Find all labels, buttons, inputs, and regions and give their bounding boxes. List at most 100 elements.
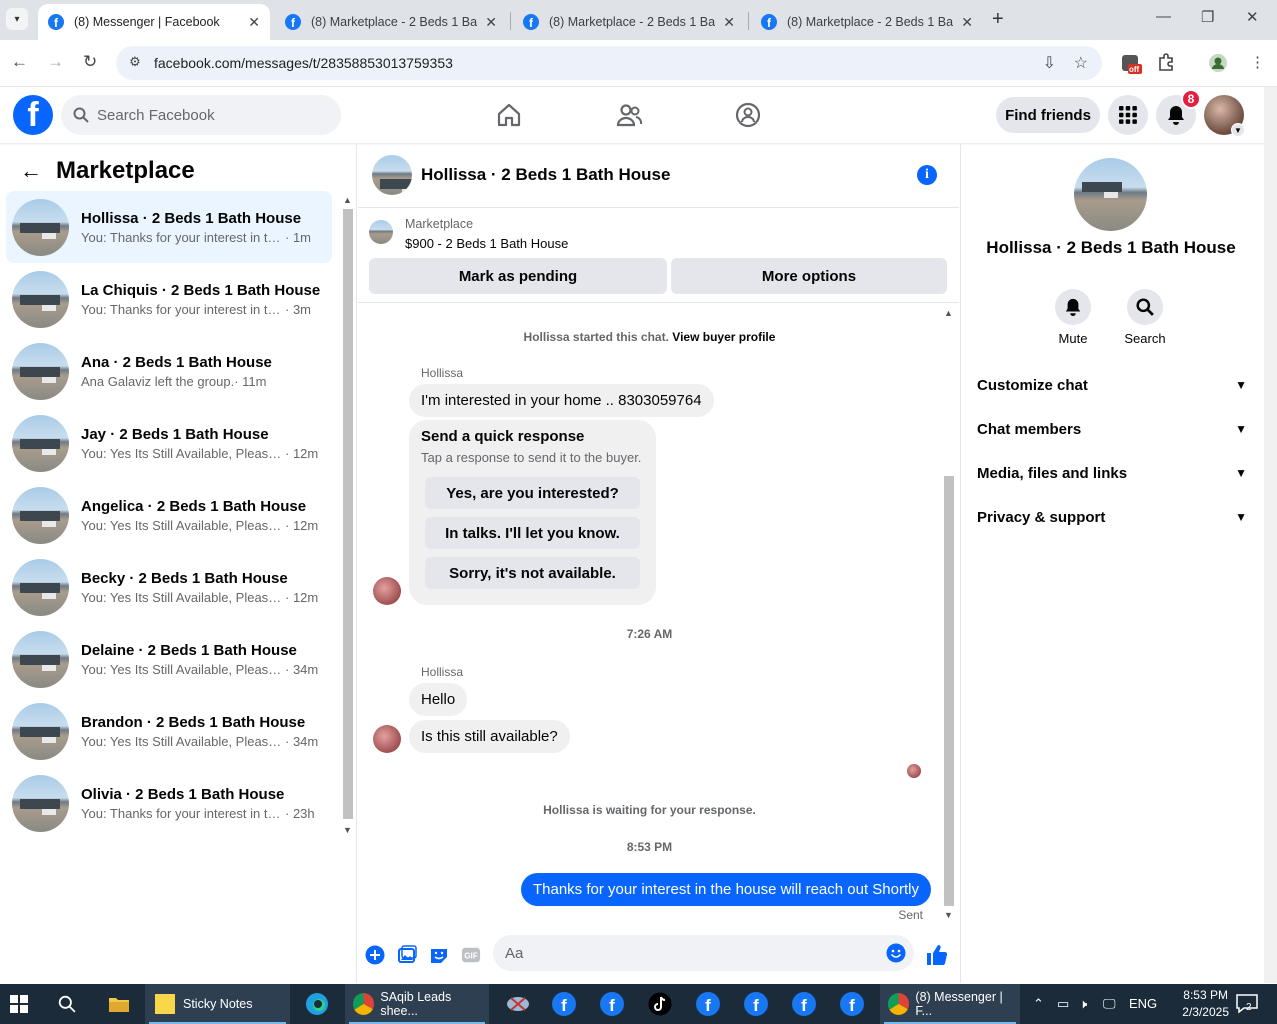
tab-marketplace-1[interactable]: f (8) Marketplace - 2 Beds 1 Bath ✕ [275, 4, 507, 40]
puzzle-icon[interactable] [1157, 53, 1175, 75]
language-indicator[interactable]: ENG [1129, 996, 1157, 1011]
info-icon[interactable]: i [917, 165, 937, 185]
scroll-up-icon[interactable]: ▲ [343, 195, 352, 205]
meet-now-icon[interactable]: ▭ [1057, 996, 1069, 1012]
quick-response-option[interactable]: Sorry, it's not available. [425, 557, 640, 589]
file-explorer-icon[interactable] [108, 984, 130, 1024]
chat-list-item[interactable]: Hollissa · 2 Beds 1 Bath House You: Thank… [6, 191, 332, 263]
profile-icon[interactable] [1208, 53, 1228, 77]
chat-members-section[interactable]: Chat members ▼ [977, 407, 1247, 451]
find-friends-button[interactable]: Find friends [996, 97, 1100, 133]
snipping-tool-icon[interactable] [506, 984, 530, 1024]
taskbar-facebook-icon[interactable]: f [744, 984, 768, 1024]
restore-icon[interactable]: ❐ [1201, 8, 1214, 26]
scroll-up-icon[interactable]: ▲ [944, 308, 953, 318]
taskbar-facebook-icon[interactable]: f [840, 984, 864, 1024]
taskbar-sticky-notes[interactable]: Sticky Notes [145, 984, 290, 1024]
gif-icon[interactable]: GIF [461, 945, 481, 965]
close-icon[interactable]: ✕ [248, 14, 260, 31]
omnibox[interactable]: ⚙ facebook.com/messages/t/28358853013759… [116, 46, 1102, 80]
reload-icon[interactable]: ↻ [83, 52, 97, 72]
window-close-icon[interactable]: ✕ [1246, 8, 1259, 26]
facebook-search[interactable] [61, 95, 341, 135]
taskbar-facebook-icon[interactable]: f [792, 984, 816, 1024]
thread-scrollbar[interactable]: ▲ ▼ [941, 306, 957, 923]
sticker-icon[interactable] [429, 945, 449, 965]
tab-marketplace-3[interactable]: f (8) Marketplace - 2 Beds 1 Bath ✕ [751, 4, 983, 40]
scroll-thumb[interactable] [944, 476, 954, 906]
edge-icon[interactable] [305, 984, 329, 1024]
forward-icon[interactable]: → [47, 52, 64, 72]
chat-list-item[interactable]: Ana · 2 Beds 1 Bath House Ana Galaviz lef… [6, 335, 332, 407]
url-text[interactable]: facebook.com/messages/t/2835885301375935… [154, 55, 453, 71]
tiktok-icon[interactable] [648, 984, 672, 1024]
close-icon[interactable]: ✕ [961, 14, 973, 31]
conversation-avatar[interactable] [372, 155, 412, 195]
chat-list-item[interactable]: Brandon · 2 Beds 1 Bath House You: Yes It… [6, 695, 332, 767]
close-icon[interactable]: ✕ [485, 14, 497, 31]
scroll-thumb[interactable] [343, 209, 353, 819]
back-arrow-icon[interactable]: ← [20, 158, 42, 184]
details-avatar[interactable] [1074, 158, 1147, 231]
groups-icon[interactable] [734, 101, 762, 129]
install-app-icon[interactable]: ⇩ [1043, 53, 1056, 73]
clock[interactable]: 8:53 PM 2/3/2025 [1182, 987, 1229, 1021]
incoming-message[interactable]: I'm interested in your home .. 830305976… [409, 384, 714, 417]
sender-avatar[interactable] [373, 725, 401, 753]
search-in-chat-button[interactable]: Search [1115, 289, 1175, 346]
quick-response-option[interactable]: In talks. I'll let you know. [425, 517, 640, 549]
like-thumb-icon[interactable] [925, 943, 949, 967]
quick-response-option[interactable]: Yes, are you interested? [425, 477, 640, 509]
browser-menu-icon[interactable]: ⋮ [1250, 53, 1265, 71]
incoming-message[interactable]: Is this still available? [409, 720, 570, 753]
more-options-button[interactable]: More options [671, 258, 947, 294]
tray-overflow-icon[interactable]: ⌃ [1033, 996, 1044, 1012]
incoming-message[interactable]: Hello [409, 683, 468, 716]
chat-list-item[interactable]: Angelica · 2 Beds 1 Bath House You: Yes I… [6, 479, 332, 551]
message-input[interactable] [505, 944, 865, 962]
photo-icon[interactable] [397, 945, 417, 965]
customize-chat-section[interactable]: Customize chat ▼ [977, 363, 1247, 407]
site-info-icon[interactable]: ⚙ [126, 54, 144, 72]
view-buyer-profile-link[interactable]: View buyer profile [672, 330, 775, 344]
media-files-links-section[interactable]: Media, files and links ▼ [977, 451, 1247, 495]
taskbar-chrome-sheets[interactable]: SAqib Leads shee... [345, 984, 489, 1024]
windows-start-icon[interactable] [10, 984, 28, 1024]
mark-as-pending-button[interactable]: Mark as pending [369, 258, 667, 294]
chat-list-item[interactable]: La Chiquis · 2 Beds 1 Bath House You: Tha… [6, 263, 332, 335]
plus-circle-icon[interactable] [365, 945, 385, 965]
message-input-box[interactable] [493, 935, 914, 971]
taskbar-facebook-icon[interactable]: f [552, 984, 576, 1024]
scroll-down-icon[interactable]: ▼ [944, 910, 953, 920]
taskbar-chrome-messenger[interactable]: (8) Messenger | F... [880, 984, 1020, 1024]
chat-list-item[interactable]: Jay · 2 Beds 1 Bath House You: Yes Its St… [6, 407, 332, 479]
facebook-logo-icon[interactable]: f [13, 95, 53, 135]
search-input[interactable] [97, 106, 317, 124]
taskbar-facebook-icon[interactable]: f [600, 984, 624, 1024]
tab-search-dropdown[interactable]: ▾ [6, 8, 28, 30]
chat-list-scrollbar[interactable]: ▲ ▼ [341, 193, 355, 838]
new-tab-button[interactable]: + [992, 8, 1004, 31]
back-icon[interactable]: ← [11, 52, 28, 72]
minimize-icon[interactable]: — [1156, 8, 1171, 25]
volume-icon[interactable]: 🕨 [1079, 996, 1087, 1012]
bookmark-star-icon[interactable]: ☆ [1074, 53, 1088, 73]
chat-list-item[interactable]: Becky · 2 Beds 1 Bath House You: Yes Its … [6, 551, 332, 623]
friends-icon[interactable] [615, 101, 643, 129]
emoji-icon[interactable] [886, 943, 906, 963]
outgoing-message[interactable]: Thanks for your interest in the house wi… [520, 873, 931, 906]
scroll-down-icon[interactable]: ▼ [343, 825, 352, 835]
privacy-support-section[interactable]: Privacy & support ▼ [977, 495, 1247, 539]
close-icon[interactable]: ✕ [723, 14, 735, 31]
taskbar-facebook-icon[interactable]: f [696, 984, 720, 1024]
conversation-title[interactable]: Hollissa · 2 Beds 1 Bath House [421, 165, 670, 185]
network-icon[interactable]: 🖵 [1103, 996, 1116, 1012]
chat-list-item[interactable]: Olivia · 2 Beds 1 Bath House You: Thanks … [6, 767, 332, 839]
taskbar-search-icon[interactable] [58, 984, 76, 1024]
sender-avatar[interactable] [373, 577, 401, 605]
listing-title[interactable]: $900 - 2 Beds 1 Bath House [405, 236, 568, 251]
mute-button[interactable]: Mute [1043, 289, 1103, 346]
menu-grid-button[interactable] [1108, 95, 1148, 135]
tab-marketplace-2[interactable]: f (8) Marketplace - 2 Beds 1 Bath ✕ [513, 4, 745, 40]
tab-messenger[interactable]: f (8) Messenger | Facebook ✕ [38, 4, 270, 40]
